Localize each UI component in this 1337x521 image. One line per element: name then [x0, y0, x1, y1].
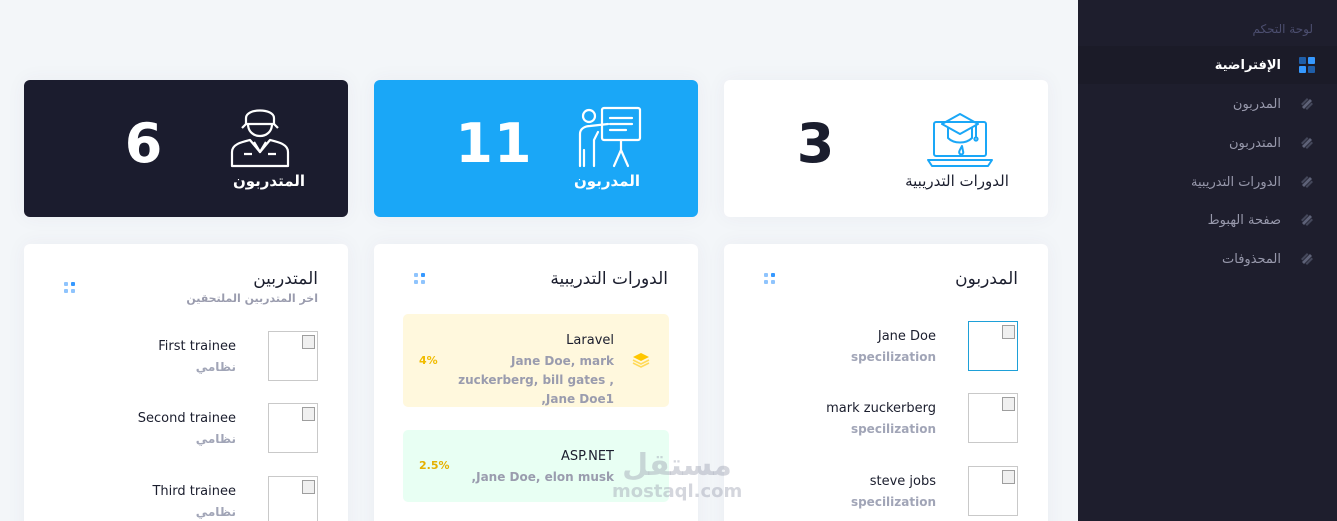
- card-menu-icon[interactable]: [414, 273, 425, 284]
- trainees-card: المتدربين اخر المتدربين الملتحقين First …: [24, 244, 348, 521]
- avatar: [268, 476, 318, 521]
- trainee-name: First trainee: [158, 339, 236, 354]
- layers-icon: [1299, 135, 1315, 151]
- trainer-specialization: specilization: [850, 350, 936, 364]
- stat-value: 3: [796, 112, 836, 175]
- sidebar-item-default[interactable]: الإفتراضية: [1078, 46, 1337, 84]
- stat-card-trainees[interactable]: 6 المتدربون: [24, 80, 348, 217]
- stat-label: المتدربون: [232, 172, 306, 190]
- list-item[interactable]: mark zuckerberg specilization: [754, 393, 1018, 443]
- student-icon: [230, 109, 290, 168]
- card-menu-icon[interactable]: [64, 282, 75, 293]
- avatar: [268, 403, 318, 453]
- layers-icon: [1299, 212, 1315, 228]
- sidebar-item-label: الإفتراضية: [1214, 57, 1281, 73]
- sidebar-item-label: المدربون: [1232, 96, 1281, 112]
- course-trainers: Jane Doe, mark zuckerberg, bill gates , …: [458, 354, 614, 406]
- watermark-latin: mostaql.com: [612, 481, 743, 502]
- dashboard-grid-icon: [1299, 57, 1315, 73]
- layers-icon: [1299, 251, 1315, 267]
- card-subtitle: اخر المتدربين الملتحقين: [186, 292, 318, 305]
- course-percent: 2.5%: [419, 459, 450, 472]
- course-trainers: Jane Doe, elon musk,: [471, 470, 614, 484]
- sidebar-item-trainers[interactable]: المدربون: [1078, 85, 1337, 123]
- sidebar-item-courses[interactable]: الدورات التدريبية: [1078, 163, 1337, 201]
- card-title: المدربون: [955, 269, 1018, 289]
- list-item[interactable]: Jane Doe specilization: [754, 321, 1018, 371]
- sidebar: لوحة التحكم الإفتراضية المدربون المتدربو…: [1078, 0, 1337, 521]
- presenter-board-icon: [578, 106, 642, 168]
- trainee-type: نظامي: [195, 360, 236, 374]
- trainee-name: Second trainee: [137, 411, 236, 426]
- trainee-type: نظامي: [195, 432, 236, 446]
- trainee-name: Third trainee: [152, 484, 236, 499]
- stat-card-courses[interactable]: 3 الدورات التدريبية: [724, 80, 1048, 217]
- course-title: Laravel: [566, 333, 614, 348]
- stat-label: الدورات التدريبية: [905, 172, 1009, 190]
- stat-value: 6: [124, 112, 164, 175]
- sidebar-item-label: صفحة الهبوط: [1207, 212, 1281, 228]
- stat-label: المدربون: [574, 172, 640, 190]
- list-item[interactable]: steve jobs specilization: [754, 466, 1018, 516]
- course-percent: 4%: [419, 354, 438, 367]
- sidebar-item-landing-page[interactable]: صفحة الهبوط: [1078, 201, 1337, 239]
- watermark-arabic: مستقل: [622, 448, 732, 483]
- list-item[interactable]: First trainee نظامي: [54, 331, 318, 381]
- list-item[interactable]: Second trainee نظامي: [54, 403, 318, 453]
- trainee-type: نظامي: [195, 505, 236, 519]
- avatar: [268, 331, 318, 381]
- sidebar-item-deleted[interactable]: المحذوفات: [1078, 240, 1337, 278]
- card-menu-icon[interactable]: [764, 273, 775, 284]
- sidebar-section-title: لوحة التحكم: [1252, 22, 1314, 36]
- stat-card-trainers[interactable]: 11 المدربون: [374, 80, 698, 217]
- sidebar-item-label: المتدربون: [1229, 135, 1281, 151]
- trainer-name: steve jobs: [869, 474, 936, 489]
- layers-icon: [1299, 96, 1315, 112]
- sidebar-item-trainees[interactable]: المتدربون: [1078, 124, 1337, 162]
- trainer-specialization: specilization: [850, 422, 936, 436]
- trainer-specialization: specilization: [850, 495, 936, 509]
- card-title: المتدربين: [253, 269, 318, 289]
- course-item[interactable]: Laravel Jane Doe, mark zuckerberg, bill …: [403, 314, 669, 407]
- avatar: [968, 393, 1018, 443]
- list-item[interactable]: Third trainee نظامي: [54, 476, 318, 521]
- course-title: ASP.NET: [561, 449, 614, 464]
- avatar: [968, 466, 1018, 516]
- laptop-graduation-icon: [927, 113, 993, 167]
- trainer-name: mark zuckerberg: [826, 401, 936, 416]
- watermark: مستقل mostaql.com: [612, 450, 742, 502]
- card-title: الدورات التدريبية: [550, 269, 668, 289]
- trainer-name: Jane Doe: [877, 329, 936, 344]
- avatar: [968, 321, 1018, 371]
- stack-icon: [632, 353, 650, 368]
- stat-value: 11: [455, 112, 533, 175]
- layers-icon: [1299, 174, 1315, 190]
- trainers-card: المدربون Jane Doe specilization mark zuc…: [724, 244, 1048, 521]
- sidebar-item-label: الدورات التدريبية: [1191, 174, 1281, 190]
- sidebar-item-label: المحذوفات: [1222, 251, 1281, 267]
